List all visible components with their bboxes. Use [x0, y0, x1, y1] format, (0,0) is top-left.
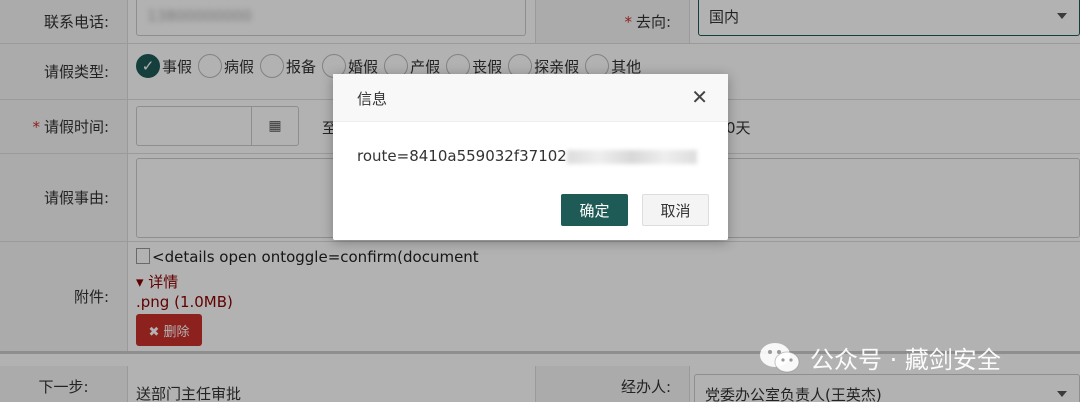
- info-dialog: 信息 ✕ route=8410a559032f37102 确定 取消: [333, 74, 728, 240]
- dialog-title: 信息: [357, 90, 388, 108]
- confirm-button[interactable]: 确定: [561, 194, 628, 226]
- wechat-icon: [760, 342, 800, 372]
- dialog-message: route=8410a559032f37102: [357, 147, 697, 165]
- watermark: 公众号 · 藏剑安全: [758, 340, 1001, 375]
- dialog-header: 信息 ✕: [333, 74, 728, 122]
- watermark-text: 公众号 · 藏剑安全: [810, 346, 1001, 374]
- redacted-text: [566, 149, 697, 164]
- cancel-button[interactable]: 取消: [642, 194, 709, 226]
- close-icon[interactable]: ✕: [691, 86, 708, 108]
